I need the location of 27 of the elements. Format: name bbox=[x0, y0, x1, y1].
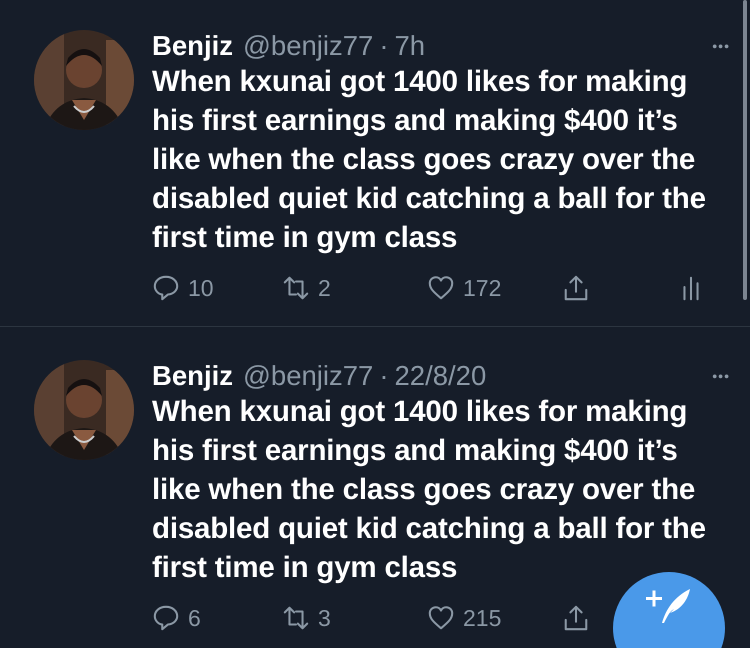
reply-count: 10 bbox=[188, 274, 214, 302]
retweet-count: 3 bbox=[318, 604, 331, 632]
user-handle[interactable]: @benjiz77 bbox=[242, 30, 374, 62]
user-name[interactable]: Benjiz bbox=[152, 360, 233, 392]
reply-count: 6 bbox=[188, 604, 201, 632]
heart-icon[interactable] bbox=[427, 274, 455, 302]
tweet-text: When kxunai got 1400 likes for making his first earnings and making $400 it’s like when the class goes crazy over the disabled quiet kid catching a ball for the first time in gym class bbox=[152, 394, 707, 586]
user-name[interactable]: Benjiz bbox=[152, 30, 233, 62]
heart-icon[interactable] bbox=[427, 604, 455, 632]
like-count: 215 bbox=[463, 604, 502, 632]
retweet-count: 2 bbox=[318, 274, 331, 302]
share-icon[interactable] bbox=[562, 604, 590, 632]
tweet-text: When kxunai got 1400 likes for making his first earnings and making $400 it’s like when the class goes crazy over the disabled quiet kid catching a ball for the first time in gym class bbox=[152, 64, 707, 256]
separator: · bbox=[379, 30, 389, 62]
timestamp[interactable]: 7h bbox=[394, 30, 426, 62]
more-menu-button[interactable]: ••• bbox=[712, 38, 730, 54]
separator: · bbox=[379, 360, 389, 392]
reply-icon[interactable] bbox=[152, 604, 180, 632]
more-menu-button[interactable]: ••• bbox=[712, 368, 730, 384]
timestamp[interactable]: 22/8/20 bbox=[394, 360, 486, 392]
scrollbar[interactable] bbox=[743, 0, 747, 300]
reply-icon[interactable] bbox=[152, 274, 180, 302]
user-handle[interactable]: @benjiz77 bbox=[242, 360, 374, 392]
retweet-icon[interactable] bbox=[282, 604, 310, 632]
retweet-icon[interactable] bbox=[282, 274, 310, 302]
share-icon[interactable] bbox=[562, 274, 590, 302]
like-count: 172 bbox=[463, 274, 502, 302]
